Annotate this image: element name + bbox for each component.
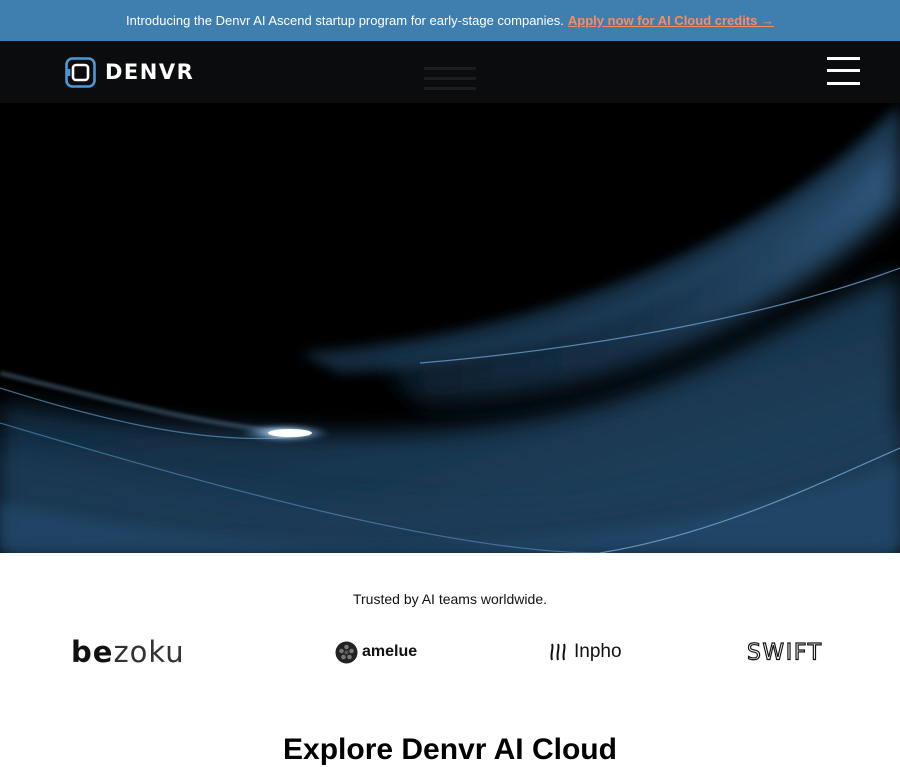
logo-bezoku-right: zoku: [113, 635, 185, 669]
apply-credits-link[interactable]: Apply now for AI Cloud credits →: [568, 13, 774, 28]
logo-bezoku-left: be: [71, 635, 114, 669]
inpho-bars-icon: [550, 643, 566, 661]
svg-text:SWIFT: SWIFT: [747, 641, 823, 665]
logo-swift-wordmark: SWIFT: [747, 640, 823, 665]
trusted-title: Trusted by AI teams worldwide.: [352, 591, 547, 607]
trusted-section: Trusted by AI teams worldwide. be zoku am…: [0, 553, 900, 766]
logo-amelue: amelue: [335, 638, 417, 666]
explore-heading: Explore Denvr AI Cloud: [283, 733, 617, 766]
hamburger-menu-icon[interactable]: [827, 55, 860, 87]
denvr-logo-icon: [65, 56, 96, 88]
top-nav: DENVR: [0, 41, 900, 103]
announcement-banner: Introducing the Denvr AI Ascend startup …: [0, 0, 900, 41]
logo-bezoku: be zoku: [71, 635, 185, 669]
hero-light-streak-graphic: [0, 103, 900, 553]
logo-inpho: Inpho: [548, 638, 622, 666]
logo-inpho-text: Inpho: [574, 641, 622, 662]
nav-center-decoration: [424, 65, 476, 93]
logo-text: DENVR: [105, 60, 195, 84]
announcement-text: Introducing the Denvr AI Ascend startup …: [126, 13, 564, 28]
hero-banner: [0, 103, 900, 553]
logo-swift: SWIFT: [747, 638, 831, 666]
logo-amelue-text: amelue: [362, 643, 418, 660]
amelue-globe-icon: [335, 641, 358, 663]
denvr-logo[interactable]: DENVR: [65, 56, 194, 88]
